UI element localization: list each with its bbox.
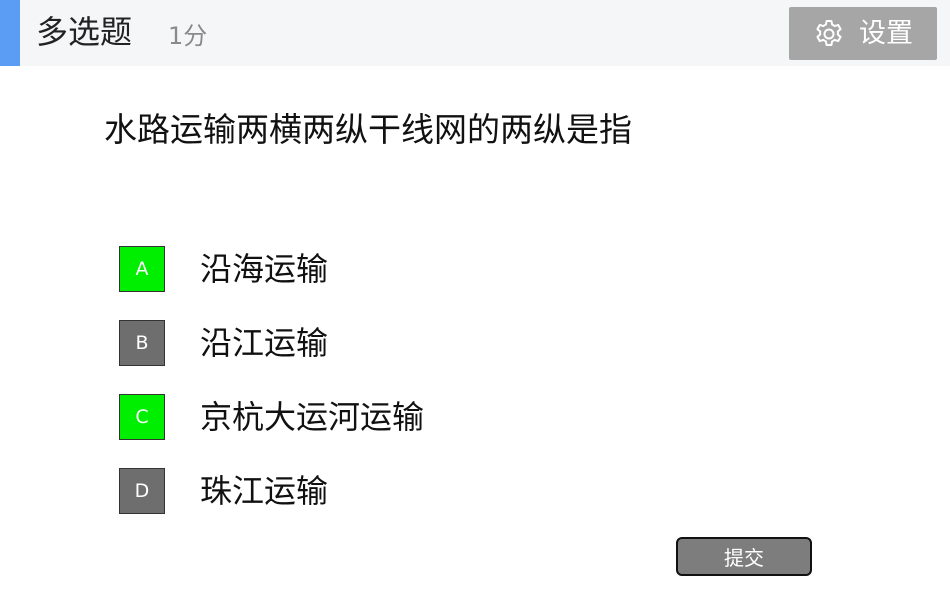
option-b-checkbox[interactable]: B xyxy=(119,320,165,366)
option-d-text: 珠江运输 xyxy=(200,472,329,510)
header-accent-bar xyxy=(0,0,20,66)
gear-icon xyxy=(813,18,845,50)
option-a-checkbox[interactable]: A xyxy=(119,246,165,292)
option-d[interactable]: D 珠江运输 xyxy=(119,468,328,514)
option-c[interactable]: C 京杭大运河运输 xyxy=(119,394,424,440)
question-text: 水路运输两横两纵干线网的两纵是指 xyxy=(104,110,632,149)
option-b[interactable]: B 沿江运输 xyxy=(119,320,328,366)
settings-button[interactable]: 设置 xyxy=(789,7,937,60)
option-a-text: 沿海运输 xyxy=(200,250,329,288)
submit-button[interactable]: 提交 xyxy=(676,537,812,576)
option-c-text: 京杭大运河运输 xyxy=(200,398,425,436)
option-a[interactable]: A 沿海运输 xyxy=(119,246,328,292)
question-score: 1分 xyxy=(168,22,208,50)
question-type-label: 多选题 xyxy=(36,13,133,51)
settings-label: 设置 xyxy=(859,17,913,49)
question-header: 多选题 1分 设置 xyxy=(0,0,950,66)
option-d-checkbox[interactable]: D xyxy=(119,468,165,514)
option-b-text: 沿江运输 xyxy=(200,324,329,362)
option-c-checkbox[interactable]: C xyxy=(119,394,165,440)
